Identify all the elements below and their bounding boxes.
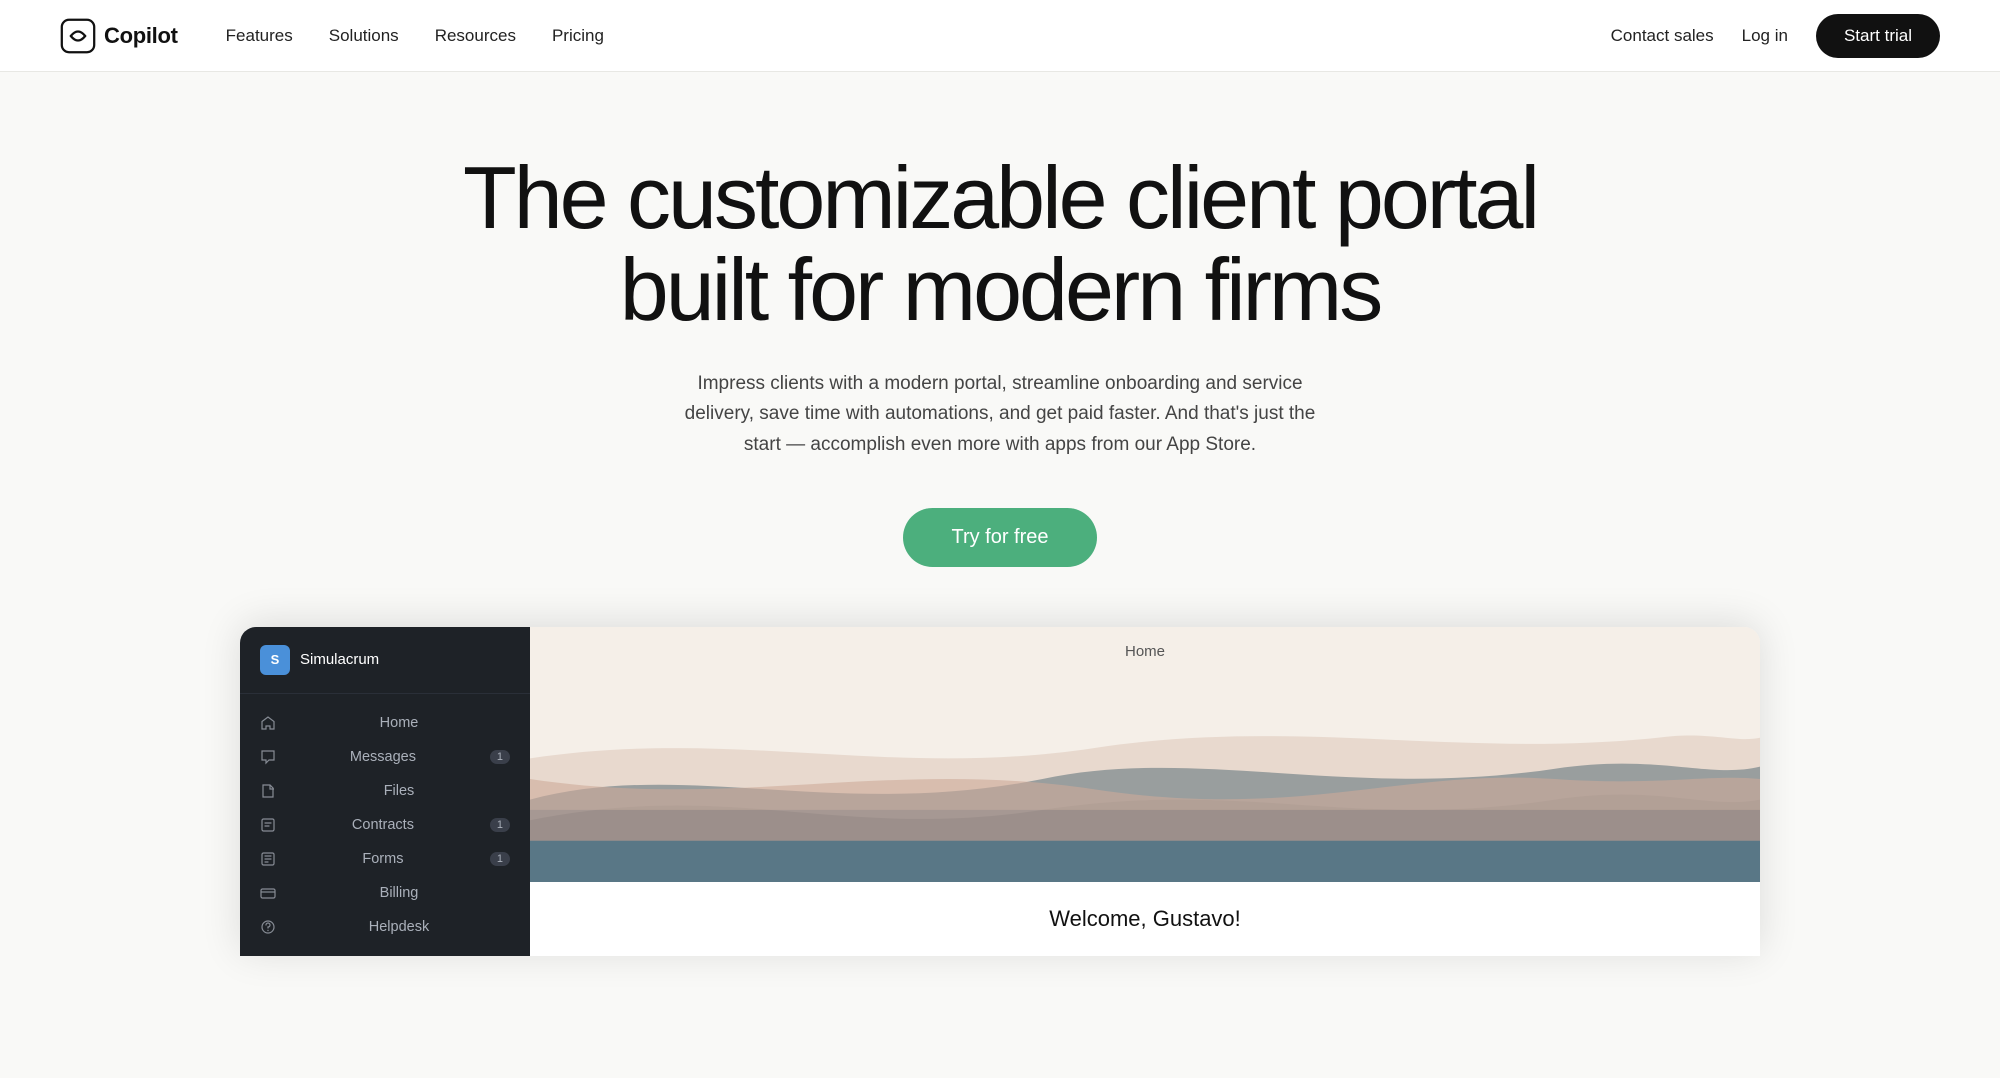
- sidebar-item-billing[interactable]: Billing: [240, 876, 530, 910]
- sidebar-avatar: S: [260, 645, 290, 675]
- app-main: Home Welcome, Gustavo!: [530, 627, 1760, 956]
- sidebar-item-helpdesk[interactable]: Helpdesk: [240, 910, 530, 944]
- sidebar-item-label: Contracts: [288, 817, 478, 833]
- sidebar-nav: Home Messages 1 Files: [240, 694, 530, 956]
- contracts-icon: [260, 817, 276, 833]
- nav-pricing[interactable]: Pricing: [552, 26, 604, 45]
- nav-right: Contact sales Log in Start trial: [1611, 14, 1940, 58]
- wave-chart: [530, 676, 1760, 882]
- logo-text: Copilot: [104, 23, 178, 49]
- navbar: Copilot Features Solutions Resources Pri…: [0, 0, 2000, 72]
- sidebar-item-label: Billing: [288, 885, 510, 901]
- hero-subtitle: Impress clients with a modern portal, st…: [670, 369, 1330, 460]
- nav-links: Features Solutions Resources Pricing: [226, 26, 604, 46]
- contracts-badge: 1: [490, 818, 510, 832]
- hero-title: The customizable client portal built for…: [450, 152, 1550, 337]
- try-for-free-button[interactable]: Try for free: [903, 508, 1096, 567]
- forms-icon: [260, 851, 276, 867]
- logo[interactable]: Copilot: [60, 18, 178, 54]
- app-welcome: Welcome, Gustavo!: [530, 882, 1760, 956]
- sidebar-item-label: Messages: [288, 749, 478, 765]
- sidebar-item-home[interactable]: Home: [240, 706, 530, 740]
- start-trial-button[interactable]: Start trial: [1816, 14, 1940, 58]
- messages-icon: [260, 749, 276, 765]
- app-preview: S Simulacrum Home Messages: [240, 627, 1760, 956]
- sidebar-item-contracts[interactable]: Contracts 1: [240, 808, 530, 842]
- helpdesk-icon: [260, 919, 276, 935]
- billing-icon: [260, 885, 276, 901]
- sidebar-item-forms[interactable]: Forms 1: [240, 842, 530, 876]
- nav-solutions[interactable]: Solutions: [329, 26, 399, 45]
- home-icon: [260, 715, 276, 731]
- sidebar-item-label: Helpdesk: [288, 919, 510, 935]
- forms-badge: 1: [490, 852, 510, 866]
- login-link[interactable]: Log in: [1742, 26, 1788, 46]
- sidebar-header: S Simulacrum: [240, 627, 530, 694]
- nav-features[interactable]: Features: [226, 26, 293, 45]
- logo-icon: [60, 18, 96, 54]
- sidebar-item-files[interactable]: Files: [240, 774, 530, 808]
- nav-resources[interactable]: Resources: [435, 26, 516, 45]
- hero-section: The customizable client portal built for…: [0, 72, 2000, 1016]
- sidebar-company-name: Simulacrum: [300, 651, 379, 668]
- sidebar-item-label: Forms: [288, 851, 478, 867]
- contact-sales-link[interactable]: Contact sales: [1611, 26, 1714, 46]
- messages-badge: 1: [490, 750, 510, 764]
- nav-left: Copilot Features Solutions Resources Pri…: [60, 18, 604, 54]
- sidebar-item-messages[interactable]: Messages 1: [240, 740, 530, 774]
- wave-svg: [530, 676, 1760, 882]
- app-topbar: Home: [530, 627, 1760, 676]
- welcome-title: Welcome, Gustavo!: [558, 906, 1732, 932]
- files-icon: [260, 783, 276, 799]
- app-sidebar: S Simulacrum Home Messages: [240, 627, 530, 956]
- sidebar-item-label: Home: [288, 715, 510, 731]
- sidebar-item-label: Files: [288, 783, 510, 799]
